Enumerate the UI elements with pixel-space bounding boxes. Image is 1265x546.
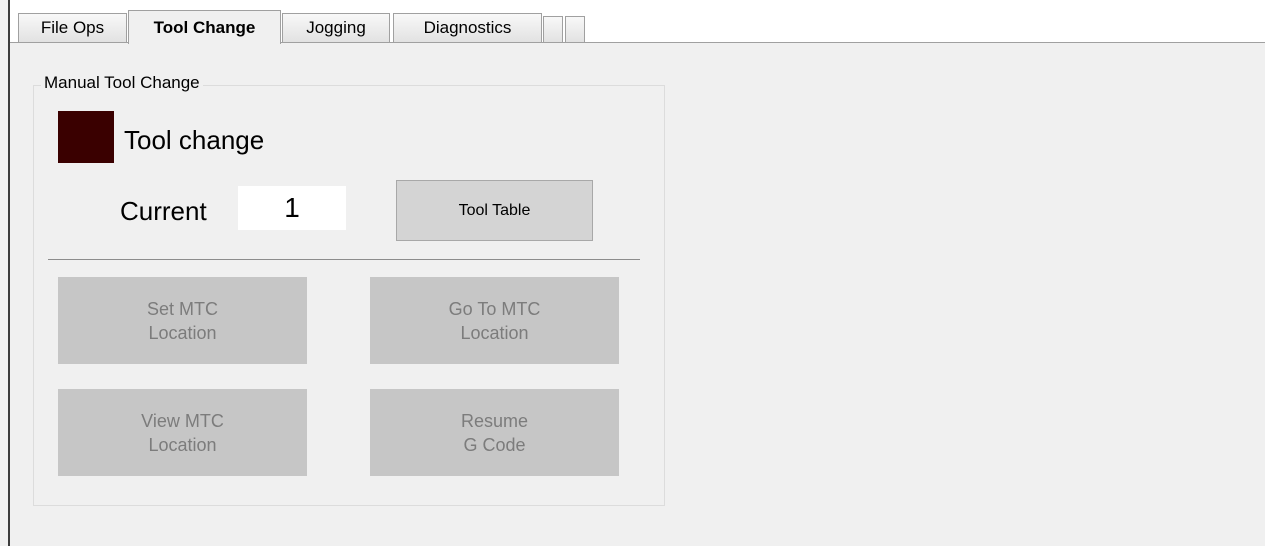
separator: [48, 259, 640, 260]
tab-content-tool-change: Manual Tool Change Tool change Current 1…: [10, 43, 1265, 546]
tool-change-indicator: [58, 111, 114, 163]
go-to-mtc-location-button[interactable]: Go To MTC Location: [370, 277, 619, 364]
tab-strip: File Ops Tool Change Jogging Diagnostics: [10, 0, 1265, 44]
group-title: Manual Tool Change: [41, 73, 203, 93]
set-mtc-line2: Location: [148, 322, 217, 343]
view-mtc-location-button[interactable]: View MTC Location: [58, 389, 307, 476]
view-mtc-line2: Location: [148, 434, 217, 455]
resume-line1: Resume: [460, 410, 529, 431]
resume-g-code-button[interactable]: Resume G Code: [370, 389, 619, 476]
goto-mtc-line1: Go To MTC: [448, 298, 541, 319]
app-window: File Ops Tool Change Jogging Diagnostics…: [0, 0, 1265, 546]
current-tool-value: 1: [238, 186, 346, 230]
tab-blank-1[interactable]: [543, 16, 563, 42]
tab-file-ops[interactable]: File Ops: [18, 13, 127, 42]
tool-change-label: Tool change: [124, 125, 265, 155]
set-mtc-location-button[interactable]: Set MTC Location: [58, 277, 307, 364]
tool-table-button[interactable]: Tool Table: [396, 180, 593, 241]
set-mtc-line1: Set MTC: [146, 298, 218, 319]
window-left-border: [8, 0, 10, 546]
tab-jogging[interactable]: Jogging: [282, 13, 390, 42]
view-mtc-line1: View MTC: [141, 410, 224, 431]
tab-blank-2[interactable]: [565, 16, 585, 42]
goto-mtc-line2: Location: [460, 322, 529, 343]
tab-tool-change[interactable]: Tool Change: [128, 10, 281, 44]
resume-line2: G Code: [463, 434, 526, 455]
tab-diagnostics[interactable]: Diagnostics: [393, 13, 542, 42]
current-tool-label: Current: [120, 196, 207, 226]
